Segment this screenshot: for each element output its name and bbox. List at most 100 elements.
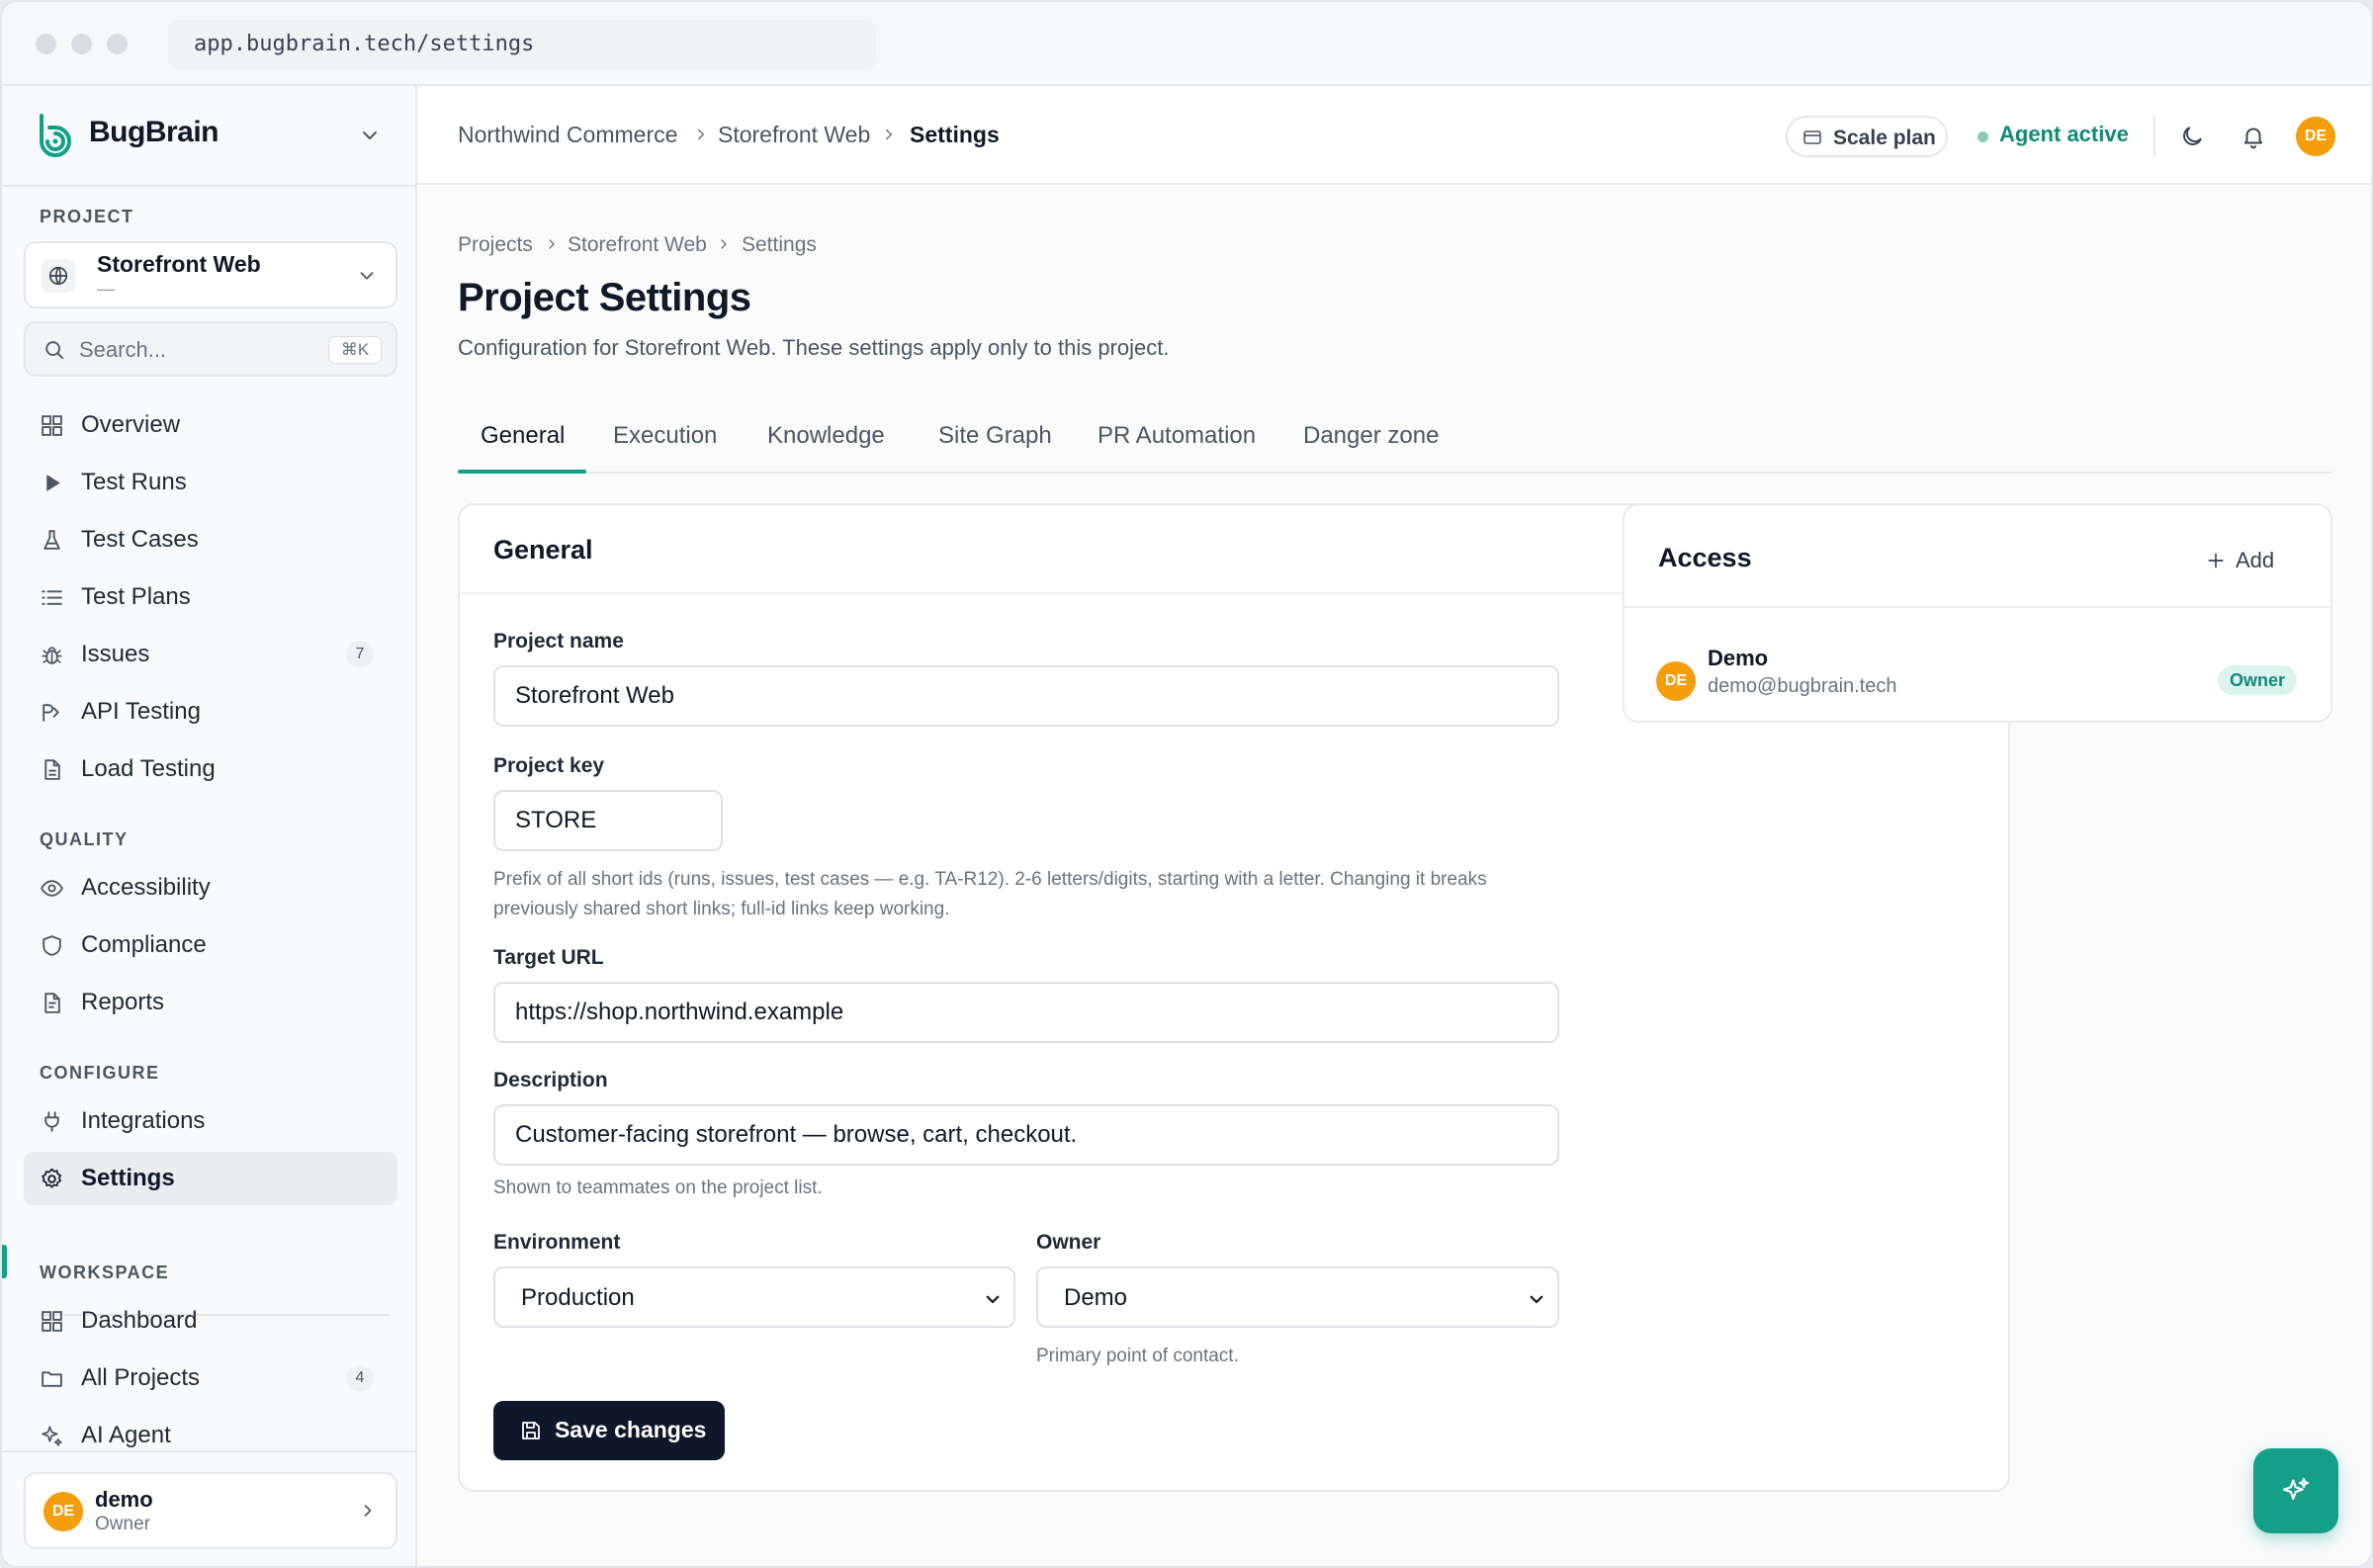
tab-danger-zone[interactable]: Danger zone <box>1303 422 1439 472</box>
status-dot <box>1978 131 1988 142</box>
breadcrumb-current: Settings <box>742 233 817 256</box>
gear-icon <box>42 1168 61 1188</box>
chevron-right-icon <box>721 239 727 249</box>
search-placeholder: Search... <box>79 337 167 362</box>
sidebar-item-integrations[interactable]: Integrations <box>24 1094 397 1148</box>
bug-icon <box>42 647 62 664</box>
search-shortcut-badge: ⌘K <box>328 336 382 364</box>
card-title: General <box>493 535 593 565</box>
chevron-down-icon <box>986 1295 1000 1304</box>
member-name: Demo <box>1708 646 1769 670</box>
agent-status[interactable]: Agent active <box>1999 122 2129 147</box>
sidebar-item-accessibility[interactable]: Accessibility <box>24 861 397 915</box>
sidebar-item-ai-agent[interactable]: AI Agent <box>24 1409 397 1462</box>
page-subtitle: Configuration for Storefront Web. These … <box>458 335 1170 360</box>
moon-icon[interactable] <box>2179 124 2205 149</box>
project-key-label: Project key <box>493 754 605 777</box>
projects-count-badge: 4 <box>346 1365 374 1391</box>
window-maximize-dot[interactable] <box>107 34 128 54</box>
project-sub: — <box>97 279 115 299</box>
chevron-down-icon[interactable] <box>358 124 382 147</box>
breadcrumb-org[interactable]: Northwind Commerce <box>458 122 677 148</box>
tab-pr-automation[interactable]: PR Automation <box>1098 422 1256 472</box>
environment-select[interactable]: Production <box>493 1266 1015 1328</box>
sidebar-item-compliance[interactable]: Compliance <box>24 918 397 972</box>
tab-site-graph[interactable]: Site Graph <box>938 422 1052 472</box>
project-name-input[interactable] <box>493 665 1559 727</box>
brand-header[interactable]: BugBrain <box>2 86 415 187</box>
sidebar-search[interactable]: Search... ⌘K <box>24 321 397 377</box>
user-menu[interactable]: DE demo Owner <box>24 1472 397 1549</box>
breadcrumb-current: Settings <box>910 122 1000 147</box>
sidebar-item-label: Integrations <box>81 1107 206 1134</box>
plus-icon <box>2208 553 2224 568</box>
breadcrumb-project[interactable]: Storefront Web <box>718 122 870 148</box>
window-minimize-dot[interactable] <box>71 34 92 54</box>
sidebar-item-label: Issues <box>81 641 150 667</box>
user-name: demo <box>95 1487 153 1512</box>
project-key-hint-line1: Prefix of all short ids (runs, issues, t… <box>493 869 1487 890</box>
card-title: Access <box>1658 543 1752 572</box>
avatar: DE <box>1656 661 1696 701</box>
plug-icon <box>44 1111 59 1132</box>
play-icon <box>46 475 60 491</box>
project-switcher[interactable]: Storefront Web — <box>24 241 397 308</box>
plan-badge[interactable]: Scale plan <box>1786 116 1948 157</box>
sidebar: BugBrain PROJECT Storefront Web — Search… <box>2 86 417 1566</box>
api-icon <box>43 704 59 722</box>
active-indicator <box>2 1245 7 1278</box>
breadcrumb-projects[interactable]: Projects <box>458 233 533 257</box>
sidebar-item-issues[interactable]: Issues 7 <box>24 628 397 681</box>
tab-execution[interactable]: Execution <box>613 422 717 472</box>
tab-knowledge[interactable]: Knowledge <box>767 422 885 472</box>
description-input[interactable] <box>493 1104 1559 1166</box>
sidebar-item-load-testing[interactable]: Load Testing <box>24 742 397 796</box>
breadcrumb-project[interactable]: Storefront Web <box>568 233 707 257</box>
sidebar-item-label: Settings <box>81 1165 175 1191</box>
section-label-workspace: WORKSPACE <box>40 1263 170 1282</box>
window-close-dot[interactable] <box>36 34 56 54</box>
sparkle-icon <box>42 1426 62 1446</box>
sidebar-item-api-testing[interactable]: API Testing <box>24 685 397 739</box>
chevron-down-icon <box>1530 1295 1543 1304</box>
chevron-right-icon <box>886 129 893 140</box>
sidebar-item-test-runs[interactable]: Test Runs <box>24 456 397 509</box>
folder-icon <box>42 1371 62 1387</box>
sidebar-item-label: Dashboard <box>81 1307 198 1334</box>
sidebar-item-all-projects[interactable]: All Projects 4 <box>24 1351 397 1405</box>
sidebar-item-overview[interactable]: Overview <box>24 398 397 452</box>
issues-count-badge: 7 <box>346 642 374 667</box>
sidebar-item-label: Test Runs <box>81 469 187 495</box>
sidebar-item-label: All Projects <box>81 1364 201 1391</box>
tab-general[interactable]: General <box>481 422 565 472</box>
chevron-right-icon <box>698 129 705 140</box>
avatar[interactable]: DE <box>2296 117 2335 156</box>
plan-label: Scale plan <box>1833 127 1936 149</box>
flask-icon <box>44 530 60 550</box>
sidebar-item-test-cases[interactable]: Test Cases <box>24 513 397 566</box>
target-url-input[interactable] <box>493 982 1559 1043</box>
address-bar[interactable]: app.bugbrain.tech/settings <box>168 20 876 69</box>
save-button-label: Save changes <box>555 1417 707 1442</box>
list-icon <box>42 590 62 605</box>
sidebar-item-settings[interactable]: Settings <box>24 1152 397 1205</box>
save-button[interactable]: Save changes <box>493 1401 725 1460</box>
browser-bar: app.bugbrain.tech/settings <box>2 2 2371 86</box>
sidebar-item-reports[interactable]: Reports <box>24 976 397 1029</box>
add-member-button[interactable]: Add <box>2192 541 2285 580</box>
section-label-configure: CONFIGURE <box>40 1063 160 1083</box>
tab-bar <box>458 472 2332 474</box>
ai-assistant-button[interactable] <box>2253 1448 2338 1533</box>
description-label: Description <box>493 1069 608 1091</box>
sidebar-item-label: Accessibility <box>81 874 211 901</box>
sparkle-icon <box>2282 1477 2310 1501</box>
project-key-input[interactable] <box>493 790 723 851</box>
description-hint: Shown to teammates on the project list. <box>493 1177 823 1198</box>
sidebar-item-dashboard[interactable]: Dashboard <box>24 1294 397 1348</box>
bell-icon[interactable] <box>2241 124 2266 149</box>
target-url-label: Target URL <box>493 946 604 969</box>
owner-select[interactable]: Demo <box>1036 1266 1559 1328</box>
sidebar-item-test-plans[interactable]: Test Plans <box>24 570 397 624</box>
access-card: Access Add DE Demo demo@bugbrain.tech Ow… <box>1623 503 2332 723</box>
sidebar-item-label: API Testing <box>81 698 201 725</box>
